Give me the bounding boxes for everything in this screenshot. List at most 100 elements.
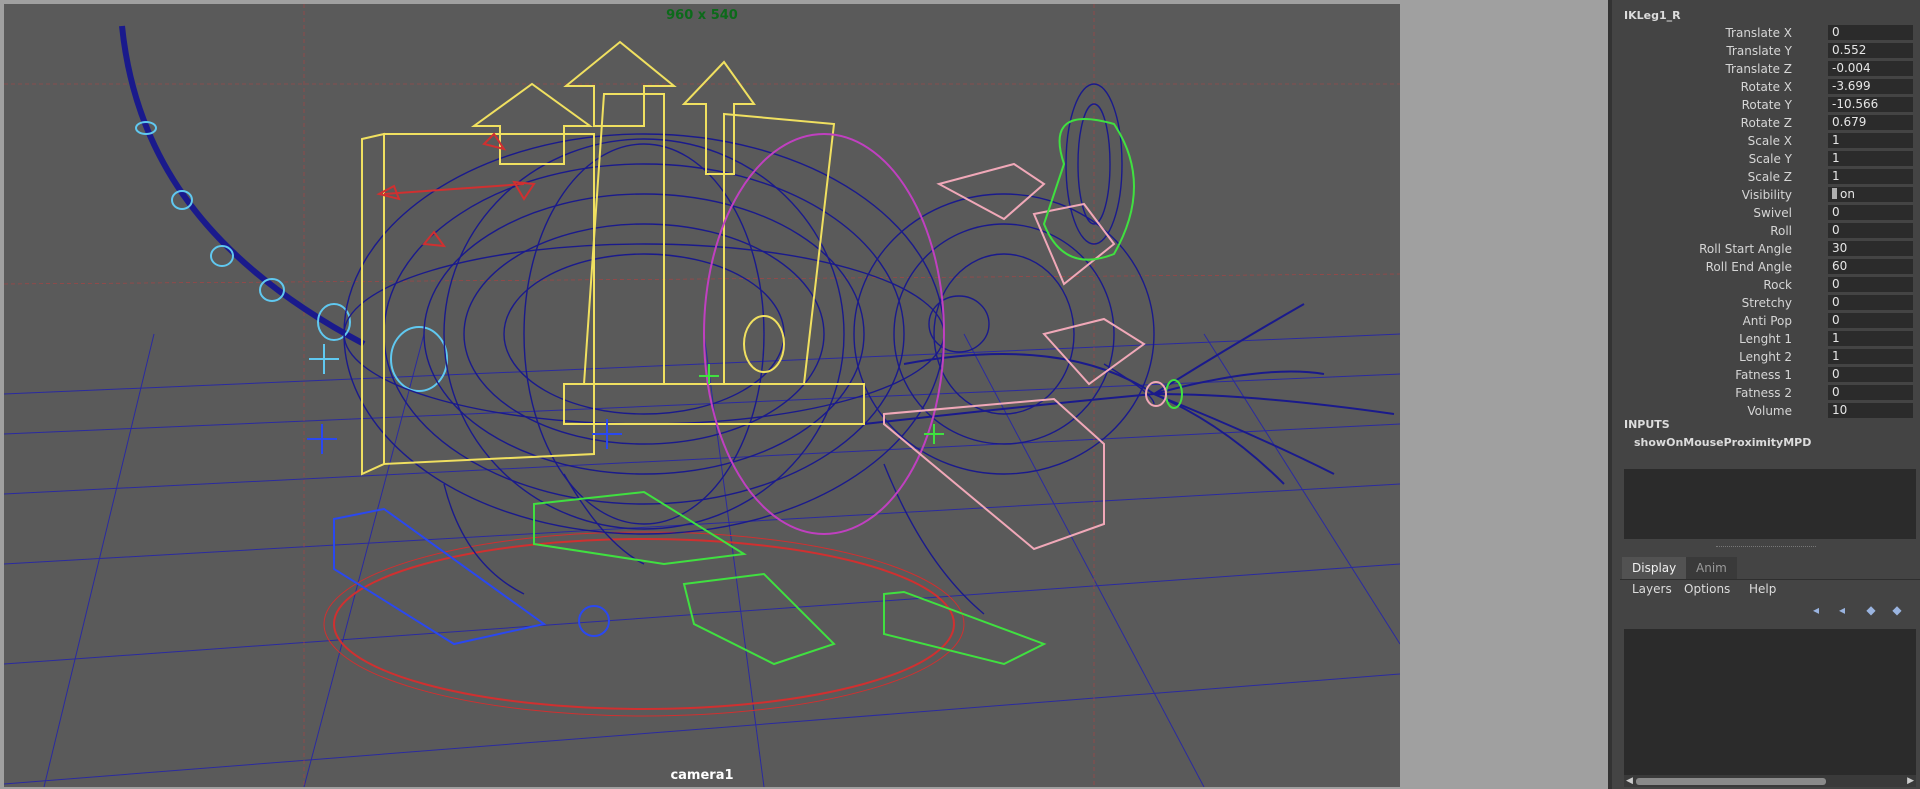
attr-label: Translate X — [1725, 26, 1792, 40]
attr-row[interactable]: Translate Z -0.004 — [1612, 60, 1920, 78]
attr-row[interactable]: Scale Y 1 — [1612, 150, 1920, 168]
attr-row[interactable]: Translate X 0 — [1612, 24, 1920, 42]
attr-label: Fatness 1 — [1735, 368, 1792, 382]
attr-row[interactable]: Fatness 1 0 — [1612, 366, 1920, 384]
attr-value[interactable]: 0 — [1828, 25, 1913, 40]
horizontal-scrollbar[interactable]: ◀ ▶ — [1624, 775, 1916, 787]
3d-viewport[interactable]: 960 x 540 camera1 — [4, 4, 1400, 787]
attr-row[interactable]: Roll Start Angle 30 — [1612, 240, 1920, 258]
attr-value[interactable]: 1 — [1828, 151, 1913, 166]
attr-row[interactable]: Rotate Z 0.679 — [1612, 114, 1920, 132]
attr-value[interactable]: 30 — [1828, 241, 1913, 256]
attr-value[interactable]: -0.004 — [1828, 61, 1913, 76]
visibility-text: on — [1840, 187, 1855, 201]
attr-row[interactable]: Lenght 1 1 — [1612, 330, 1920, 348]
layers-list[interactable] — [1624, 629, 1916, 775]
attr-label: Rotate X — [1740, 80, 1792, 94]
menu-help[interactable]: Help — [1749, 582, 1776, 596]
move-layer-down-icon[interactable]: ◂ — [1832, 602, 1852, 618]
attr-value[interactable]: 0 — [1828, 295, 1913, 310]
inputs-panel — [1624, 469, 1916, 539]
ground-grid — [4, 333, 1400, 787]
ground-control-circle[interactable] — [333, 538, 955, 710]
attr-label: Scale Z — [1747, 170, 1792, 184]
panel-resize-grip[interactable] — [1716, 546, 1816, 550]
attr-value[interactable]: 0 — [1828, 385, 1913, 400]
camera-label: camera1 — [670, 768, 734, 783]
tail-wireframe — [119, 25, 366, 347]
tab-anim[interactable]: Anim — [1686, 557, 1737, 579]
attr-label: Roll End Angle — [1705, 260, 1792, 274]
attr-label: Volume — [1747, 404, 1792, 418]
feet-controls-green[interactable] — [533, 118, 1183, 666]
visibility-marker — [1832, 188, 1837, 199]
visibility-value[interactable]: on — [1828, 187, 1913, 202]
attr-value[interactable]: 0 — [1828, 205, 1913, 220]
attr-label: Rotate Y — [1741, 98, 1792, 112]
attr-label: Roll Start Angle — [1699, 242, 1792, 256]
attr-value[interactable]: -3.699 — [1828, 79, 1913, 94]
attr-row[interactable]: Lenght 2 1 — [1612, 348, 1920, 366]
attr-row[interactable]: Rotate Y -10.566 — [1612, 96, 1920, 114]
attr-label: Rotate Z — [1740, 116, 1792, 130]
attr-row[interactable]: Translate Y 0.552 — [1612, 42, 1920, 60]
scrollbar-thumb[interactable] — [1636, 778, 1826, 785]
attr-value[interactable]: 10 — [1828, 403, 1913, 418]
body-controls-yellow[interactable] — [361, 40, 865, 476]
attr-value[interactable]: 0 — [1828, 367, 1913, 382]
inputs-section-title[interactable]: INPUTS — [1624, 418, 1670, 431]
new-layer-icon[interactable]: ◆ — [1861, 602, 1881, 618]
attr-row[interactable]: Roll End Angle 60 — [1612, 258, 1920, 276]
attr-value[interactable]: 1 — [1828, 133, 1913, 148]
attr-row[interactable]: Visibility on — [1612, 186, 1920, 204]
new-layer-from-selection-icon[interactable]: ◆ — [1887, 602, 1907, 618]
attr-label: Anti Pop — [1742, 314, 1792, 328]
attr-value[interactable]: 0.552 — [1828, 43, 1913, 58]
attr-value[interactable]: 0 — [1828, 277, 1913, 292]
scene-canvas[interactable] — [4, 4, 1400, 787]
attr-label: Rock — [1763, 278, 1792, 292]
attr-row[interactable]: Scale X 1 — [1612, 132, 1920, 150]
attr-row[interactable]: Scale Z 1 — [1612, 168, 1920, 186]
attr-value[interactable]: 1 — [1828, 169, 1913, 184]
attr-row[interactable]: Rock 0 — [1612, 276, 1920, 294]
tail-controls[interactable] — [135, 121, 448, 392]
attr-label: Fatness 2 — [1735, 386, 1792, 400]
attr-row[interactable]: Swivel 0 — [1612, 204, 1920, 222]
scroll-right-icon[interactable]: ▶ — [1907, 776, 1914, 786]
attr-value[interactable]: -10.566 — [1828, 97, 1913, 112]
attr-label: Stretchy — [1741, 296, 1792, 310]
viewport-area: 960 x 540 camera1 — [0, 0, 1608, 789]
menu-layers[interactable]: Layers — [1632, 582, 1672, 596]
tail-root-cross[interactable] — [309, 344, 339, 374]
attr-value[interactable]: 0 — [1828, 223, 1913, 238]
attr-row[interactable]: Roll 0 — [1612, 222, 1920, 240]
attr-value[interactable]: 0.679 — [1828, 115, 1913, 130]
move-layer-up-icon[interactable]: ◂ — [1806, 602, 1826, 618]
layer-editor-tabs: Display Anim — [1620, 557, 1920, 580]
attr-label: Swivel — [1753, 206, 1792, 220]
channel-box: IKLeg1_R Translate X 0 Translate Y 0.552… — [1612, 0, 1920, 789]
attr-label: Lenght 2 — [1739, 350, 1792, 364]
attr-row[interactable]: Stretchy 0 — [1612, 294, 1920, 312]
attr-value[interactable]: 0 — [1828, 313, 1913, 328]
menu-options[interactable]: Options — [1684, 582, 1730, 596]
mouse-body-wireframe — [343, 83, 1155, 615]
attr-value[interactable]: 1 — [1828, 331, 1913, 346]
attr-label: Lenght 1 — [1739, 332, 1792, 346]
attr-row[interactable]: Rotate X -3.699 — [1612, 78, 1920, 96]
attr-value[interactable]: 1 — [1828, 349, 1913, 364]
spine-controls-red[interactable] — [376, 132, 536, 248]
tab-display[interactable]: Display — [1622, 557, 1687, 579]
node-name[interactable]: IKLeg1_R — [1624, 9, 1681, 22]
attr-label: Visibility — [1741, 188, 1792, 202]
resolution-gate-label: 960 x 540 — [666, 8, 738, 23]
attr-label: Scale X — [1747, 134, 1792, 148]
inputs-item[interactable]: showOnMouseProximityMPD — [1634, 436, 1811, 449]
attr-value[interactable]: 60 — [1828, 259, 1913, 274]
attr-label: Translate Y — [1726, 44, 1792, 58]
attr-row[interactable]: Fatness 2 0 — [1612, 384, 1920, 402]
attr-row[interactable]: Anti Pop 0 — [1612, 312, 1920, 330]
scroll-left-icon[interactable]: ◀ — [1626, 776, 1633, 786]
attr-label: Roll — [1770, 224, 1792, 238]
